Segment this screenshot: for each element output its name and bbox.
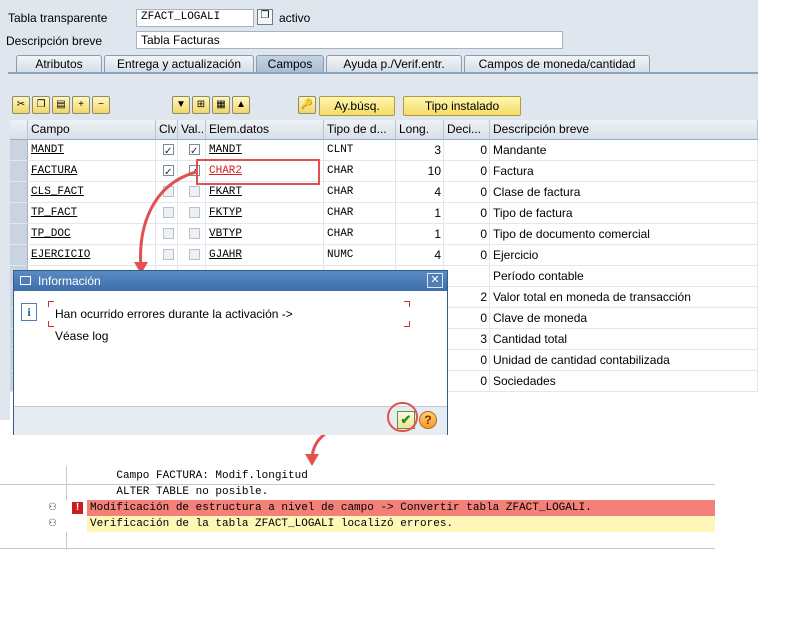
dialog-message-line1: Han ocurrido errores durante la activaci…: [55, 307, 293, 321]
activation-log: Campo FACTURA: Modif.longitud ALTER TABL…: [0, 466, 715, 550]
dialog-footer: ✔ ?: [14, 406, 447, 435]
log-row: ⚇ Verificación de la tabla ZFACT_LOGALI l…: [0, 516, 715, 532]
log-text: Modificación de estructura a nivel de ca…: [90, 502, 592, 514]
log-row: ⚇! Modificación de estructura a nivel de …: [0, 500, 715, 516]
close-icon[interactable]: ✕: [427, 273, 443, 288]
log-text: Verificación de la tabla ZFACT_LOGALI lo…: [90, 518, 454, 530]
highlight-confirm: [387, 402, 418, 432]
long-text-icon[interactable]: ⚇: [48, 502, 57, 513]
log-row: ALTER TABLE no posible.: [0, 484, 715, 500]
long-text-icon[interactable]: ⚇: [48, 518, 57, 529]
log-text: Campo FACTURA: Modif.longitud: [90, 470, 308, 482]
window-icon: [20, 276, 31, 285]
dialog-titlebar: Información ✕: [14, 271, 447, 291]
info-icon: i: [21, 303, 37, 321]
info-dialog: Información ✕ i Han ocurrido errores dur…: [14, 271, 447, 435]
log-row: Campo FACTURA: Modif.longitud: [0, 468, 715, 484]
error-icon: !: [72, 502, 83, 514]
dialog-title: Información: [38, 274, 101, 288]
help-icon[interactable]: ?: [419, 411, 437, 429]
log-text: ALTER TABLE no posible.: [90, 486, 269, 498]
dialog-message-line2: Véase log: [55, 329, 109, 343]
